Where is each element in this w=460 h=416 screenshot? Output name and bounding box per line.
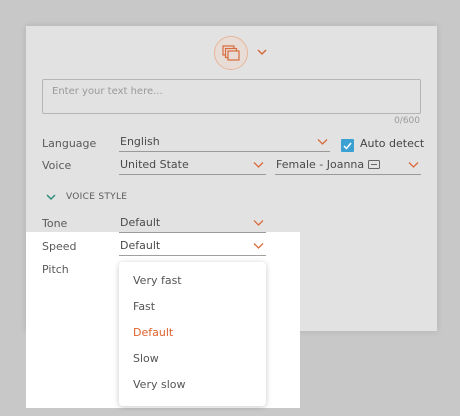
language-select[interactable]: English — [119, 135, 330, 152]
speed-option-very-fast[interactable]: Very fast — [133, 274, 182, 287]
chevron-down-icon — [408, 162, 419, 168]
speed-value: Default — [120, 239, 161, 252]
speed-dropdown-menu: Very fast Fast Default Slow Very slow — [119, 262, 266, 406]
tone-select[interactable]: Default — [119, 216, 266, 233]
voice-label: Voice — [42, 159, 72, 172]
voice-sample-icon[interactable] — [368, 160, 381, 170]
language-label: Language — [42, 137, 97, 150]
voice-speaker-value: Female - Joanna — [276, 158, 365, 171]
text-input[interactable]: Enter your text here... — [42, 79, 421, 114]
text-input-placeholder: Enter your text here... — [52, 86, 163, 97]
speed-option-fast[interactable]: Fast — [133, 300, 155, 313]
speed-option-very-slow[interactable]: Very slow — [133, 378, 185, 391]
document-type-button[interactable] — [214, 36, 248, 70]
voice-speaker-select[interactable]: Female - Joanna — [275, 158, 421, 175]
tone-value: Default — [120, 216, 161, 229]
language-value: English — [120, 135, 160, 148]
auto-detect-checkbox[interactable] — [341, 139, 354, 152]
voice-style-toggle[interactable]: VOICE STYLE — [46, 192, 127, 202]
check-icon — [343, 142, 352, 150]
pitch-label: Pitch — [42, 263, 69, 276]
tone-label: Tone — [42, 217, 68, 230]
chevron-down-icon — [253, 162, 264, 168]
voice-region-select[interactable]: United State — [119, 158, 266, 175]
auto-detect-label: Auto detect — [360, 137, 425, 150]
speed-select[interactable]: Default — [119, 239, 266, 256]
voice-region-value: United State — [120, 158, 189, 171]
speed-label: Speed — [42, 240, 77, 253]
chevron-down-icon — [317, 139, 328, 145]
documents-icon — [222, 45, 240, 61]
speed-option-default[interactable]: Default — [133, 326, 173, 339]
speed-option-slow[interactable]: Slow — [133, 352, 159, 365]
chevron-down-icon[interactable] — [256, 46, 268, 58]
character-counter: 0/600 — [394, 116, 420, 126]
voice-style-title: VOICE STYLE — [66, 192, 128, 202]
voice-speaker-wrap: Female - Joanna — [276, 158, 381, 171]
chevron-down-icon — [253, 243, 264, 249]
chevron-down-icon — [253, 220, 264, 226]
chevron-down-icon — [46, 194, 56, 201]
